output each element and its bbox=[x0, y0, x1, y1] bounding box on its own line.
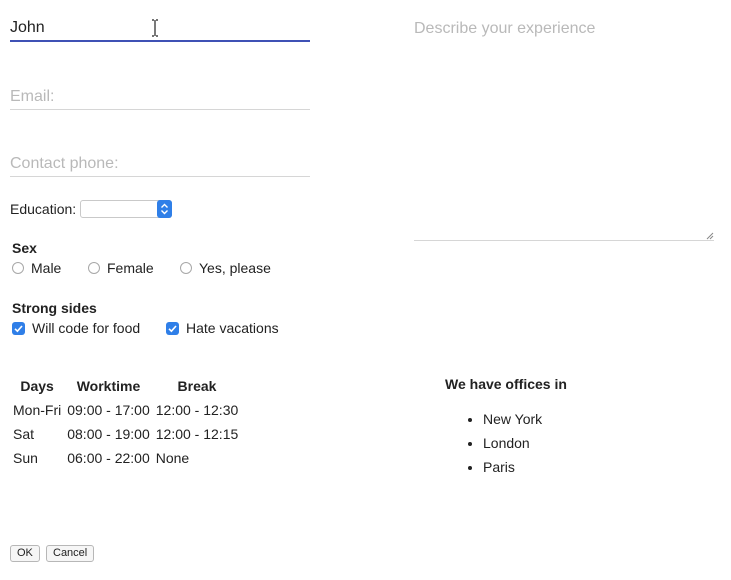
offices-title: We have offices in bbox=[445, 376, 567, 392]
radio-female[interactable]: Female bbox=[88, 260, 154, 276]
radio-circle[interactable] bbox=[88, 262, 100, 274]
table-cell: 09:00 - 17:00 bbox=[67, 402, 150, 418]
radio-male[interactable]: Male bbox=[12, 260, 61, 276]
education-label: Education: bbox=[10, 201, 77, 217]
table-cell: Sun bbox=[13, 450, 38, 466]
radio-circle[interactable] bbox=[180, 262, 192, 274]
resize-handle-icon[interactable] bbox=[704, 230, 714, 240]
radio-yes-please[interactable]: Yes, please bbox=[180, 260, 271, 276]
checkbox-hate-vacations[interactable]: Hate vacations bbox=[166, 320, 279, 336]
sex-heading: Sex bbox=[12, 240, 37, 256]
table-header-row: Days Worktime Break bbox=[10, 374, 241, 398]
table-cell: 08:00 - 19:00 bbox=[67, 426, 150, 442]
contact-phone-input[interactable] bbox=[10, 151, 310, 177]
experience-textarea[interactable] bbox=[414, 20, 714, 241]
table-row: Sat 08:00 - 19:00 12:00 - 12:15 bbox=[10, 422, 241, 446]
column-header-worktime: Worktime bbox=[76, 378, 141, 394]
checkbox-label-will-code-for-food: Will code for food bbox=[32, 320, 141, 336]
checkbox-label-hate-vacations: Hate vacations bbox=[186, 320, 279, 336]
column-header-break: Break bbox=[177, 378, 217, 394]
checkbox-will-code-for-food[interactable]: Will code for food bbox=[12, 320, 140, 336]
column-header-days: Days bbox=[20, 378, 54, 394]
i-beam-cursor-icon bbox=[152, 19, 158, 37]
select-arrows-icon bbox=[161, 203, 168, 215]
list-item: Paris bbox=[483, 457, 542, 481]
radio-label-female: Female bbox=[107, 260, 154, 276]
strong-sides-heading: Strong sides bbox=[12, 300, 97, 316]
checkbox-checked[interactable] bbox=[12, 321, 25, 335]
chevron-up-down-icon[interactable] bbox=[157, 200, 172, 218]
table-row: Mon-Fri 09:00 - 17:00 12:00 - 12:30 bbox=[10, 398, 241, 422]
checkmark-icon bbox=[14, 324, 23, 332]
radio-label-yes-please: Yes, please bbox=[199, 260, 271, 276]
table-cell: Sat bbox=[13, 426, 35, 442]
ok-button[interactable]: OK bbox=[10, 545, 40, 562]
cancel-button[interactable]: Cancel bbox=[46, 545, 95, 562]
schedule-table: Days Worktime Break Mon-Fri 09:00 - 17:0… bbox=[10, 374, 241, 470]
checkmark-icon bbox=[168, 324, 177, 332]
table-cell: None bbox=[155, 450, 190, 466]
table-cell: 12:00 - 12:15 bbox=[155, 426, 239, 442]
checkbox-checked[interactable] bbox=[166, 321, 179, 335]
table-cell: 06:00 - 22:00 bbox=[67, 450, 150, 466]
list-item: New York bbox=[483, 409, 542, 433]
table-cell: Mon-Fri bbox=[13, 402, 62, 418]
offices-list: New York London Paris bbox=[445, 409, 542, 481]
table-cell: 12:00 - 12:30 bbox=[155, 402, 239, 418]
education-select[interactable] bbox=[80, 200, 172, 218]
radio-circle[interactable] bbox=[12, 262, 24, 274]
table-row: Sun 06:00 - 22:00 None bbox=[10, 446, 241, 470]
list-item: London bbox=[483, 433, 542, 457]
email-input[interactable] bbox=[10, 84, 310, 110]
radio-label-male: Male bbox=[31, 260, 62, 276]
